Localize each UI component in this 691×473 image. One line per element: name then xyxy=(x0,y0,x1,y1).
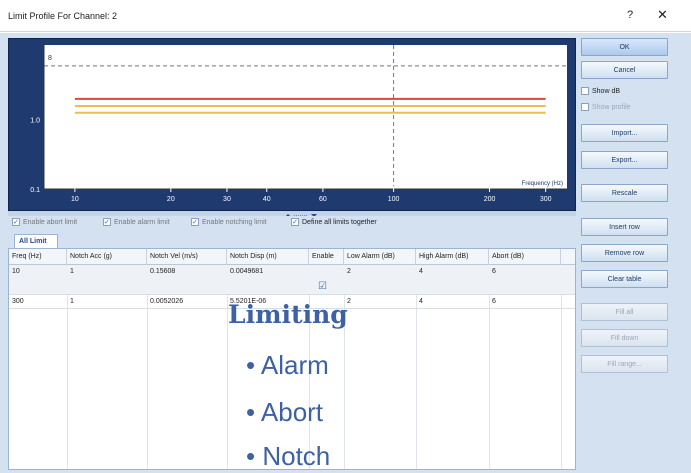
enable-alarm-checkbox[interactable]: ✓ Enable alarm limit xyxy=(103,218,170,226)
show-db-checkbox[interactable]: Show dB xyxy=(581,87,620,95)
x-tick-label: 20 xyxy=(167,196,175,203)
header-notch-acc[interactable]: Notch Acc (g) xyxy=(67,249,147,265)
cell-low-alarm[interactable]: 2 xyxy=(344,265,351,275)
option-label: Enable notching limit xyxy=(202,218,267,226)
x-tick-label: 100 xyxy=(388,196,400,203)
show-db-label: Show dB xyxy=(592,87,621,95)
chart-svg: 10 20 30 40 60 100 200 300 8 1.0 0.1 Frequency (Hz) xyxy=(30,45,567,203)
close-icon[interactable]: ✕ xyxy=(657,7,668,23)
define-all-limits-checkbox[interactable]: ✓ Define all limits together xyxy=(291,218,377,226)
cell-freq[interactable]: 300 xyxy=(9,295,24,305)
ok-button[interactable]: OK xyxy=(581,38,668,56)
x-tick-label: 40 xyxy=(263,196,271,203)
x-tick-label: 60 xyxy=(319,196,327,203)
enable-checkbox[interactable]: ☑ xyxy=(315,278,327,292)
y-tick-label: 8 xyxy=(48,55,52,62)
cell-abort[interactable]: 6 xyxy=(489,265,496,275)
fill-range-button[interactable]: Fill range... xyxy=(581,355,668,373)
show-profile-label: Show profile xyxy=(592,103,631,111)
x-tick-label: 30 xyxy=(223,196,231,203)
cell-abort[interactable]: 6 xyxy=(489,295,496,305)
checkbox-icon: ✓ xyxy=(191,218,199,226)
overlay-bullet: • Alarm xyxy=(246,350,329,380)
cell-high-alarm[interactable]: 4 xyxy=(416,265,423,275)
limit-chart[interactable]: 10 20 30 40 60 100 200 300 8 1.0 0.1 Frequency (Hz) xyxy=(8,38,576,211)
option-label: Define all limits together xyxy=(302,218,377,226)
help-icon[interactable]: ? xyxy=(627,9,633,21)
x-tick-label: 300 xyxy=(540,196,552,203)
insert-row-button[interactable]: Insert row xyxy=(581,218,668,236)
checkbox-icon xyxy=(581,87,589,95)
fill-down-button[interactable]: Fill down xyxy=(581,329,668,347)
cell-notch-acc[interactable]: 1 xyxy=(67,265,74,275)
checkbox-icon: ✓ xyxy=(12,218,20,226)
checkbox-icon xyxy=(581,103,589,111)
export-button[interactable]: Export... xyxy=(581,151,668,169)
overlay-heading: Limiting xyxy=(228,300,348,329)
cell-notch-acc[interactable]: 1 xyxy=(67,295,74,305)
table-row[interactable]: 10 1 0.15608 0.0049681 ☑ 2 4 6 xyxy=(9,265,575,295)
enable-notching-checkbox[interactable]: ✓ Enable notching limit xyxy=(191,218,267,226)
fill-all-button[interactable]: Fill all xyxy=(581,303,668,321)
table-header: Freq (Hz) Notch Acc (g) Notch Vel (m/s) … xyxy=(9,249,575,265)
cell-freq[interactable]: 10 xyxy=(9,265,20,275)
options-row: ✓ Enable abort limit ✓ Enable alarm limit … xyxy=(8,216,576,231)
cell-notch-disp[interactable]: 0.0049681 xyxy=(227,265,263,275)
x-axis-label: Frequency (Hz) xyxy=(522,181,563,187)
clear-table-button[interactable]: Clear table xyxy=(581,270,668,288)
header-abort[interactable]: Abort (dB) xyxy=(489,249,561,265)
x-tick-label: 10 xyxy=(71,196,79,203)
plot-area xyxy=(44,45,567,189)
tab-all-limit[interactable]: All Limit xyxy=(14,234,58,248)
enable-abort-checkbox[interactable]: ✓ Enable abort limit xyxy=(12,218,77,226)
header-notch-vel[interactable]: Notch Vel (m/s) xyxy=(147,249,227,265)
header-high-alarm[interactable]: High Alarm (dB) xyxy=(416,249,489,265)
header-low-alarm[interactable]: Low Alarm (dB) xyxy=(344,249,416,265)
tab-strip: All Limit xyxy=(8,232,576,248)
overlay-bullet: • Notch xyxy=(246,441,331,471)
remove-row-button[interactable]: Remove row xyxy=(581,244,668,262)
cancel-button[interactable]: Cancel xyxy=(581,61,668,79)
header-enable[interactable]: Enable xyxy=(309,249,344,265)
header-freq[interactable]: Freq (Hz) xyxy=(9,249,67,265)
cell-notch-vel[interactable]: 0.15608 xyxy=(147,265,175,275)
checkbox-icon: ✓ xyxy=(291,218,299,226)
import-button[interactable]: Import... xyxy=(581,124,668,142)
window-title: Limit Profile For Channel: 2 xyxy=(8,11,118,21)
rescale-button[interactable]: Rescale xyxy=(581,184,668,202)
show-profile-checkbox[interactable]: Show profile xyxy=(581,103,631,111)
option-label: Enable alarm limit xyxy=(114,218,170,226)
title-bar: Limit Profile For Channel: 2 ? ✕ xyxy=(0,0,691,32)
y-tick-label: 1.0 xyxy=(30,118,40,125)
cell-high-alarm[interactable]: 4 xyxy=(416,295,423,305)
checkbox-icon: ✓ xyxy=(103,218,111,226)
x-tick-label: 200 xyxy=(484,196,496,203)
overlay-bullet: • Abort xyxy=(246,397,324,427)
header-notch-disp[interactable]: Notch Disp (m) xyxy=(227,249,309,265)
y-tick-label: 0.1 xyxy=(30,187,40,194)
option-label: Enable abort limit xyxy=(23,218,78,226)
cell-notch-vel[interactable]: 0.0052026 xyxy=(147,295,183,305)
